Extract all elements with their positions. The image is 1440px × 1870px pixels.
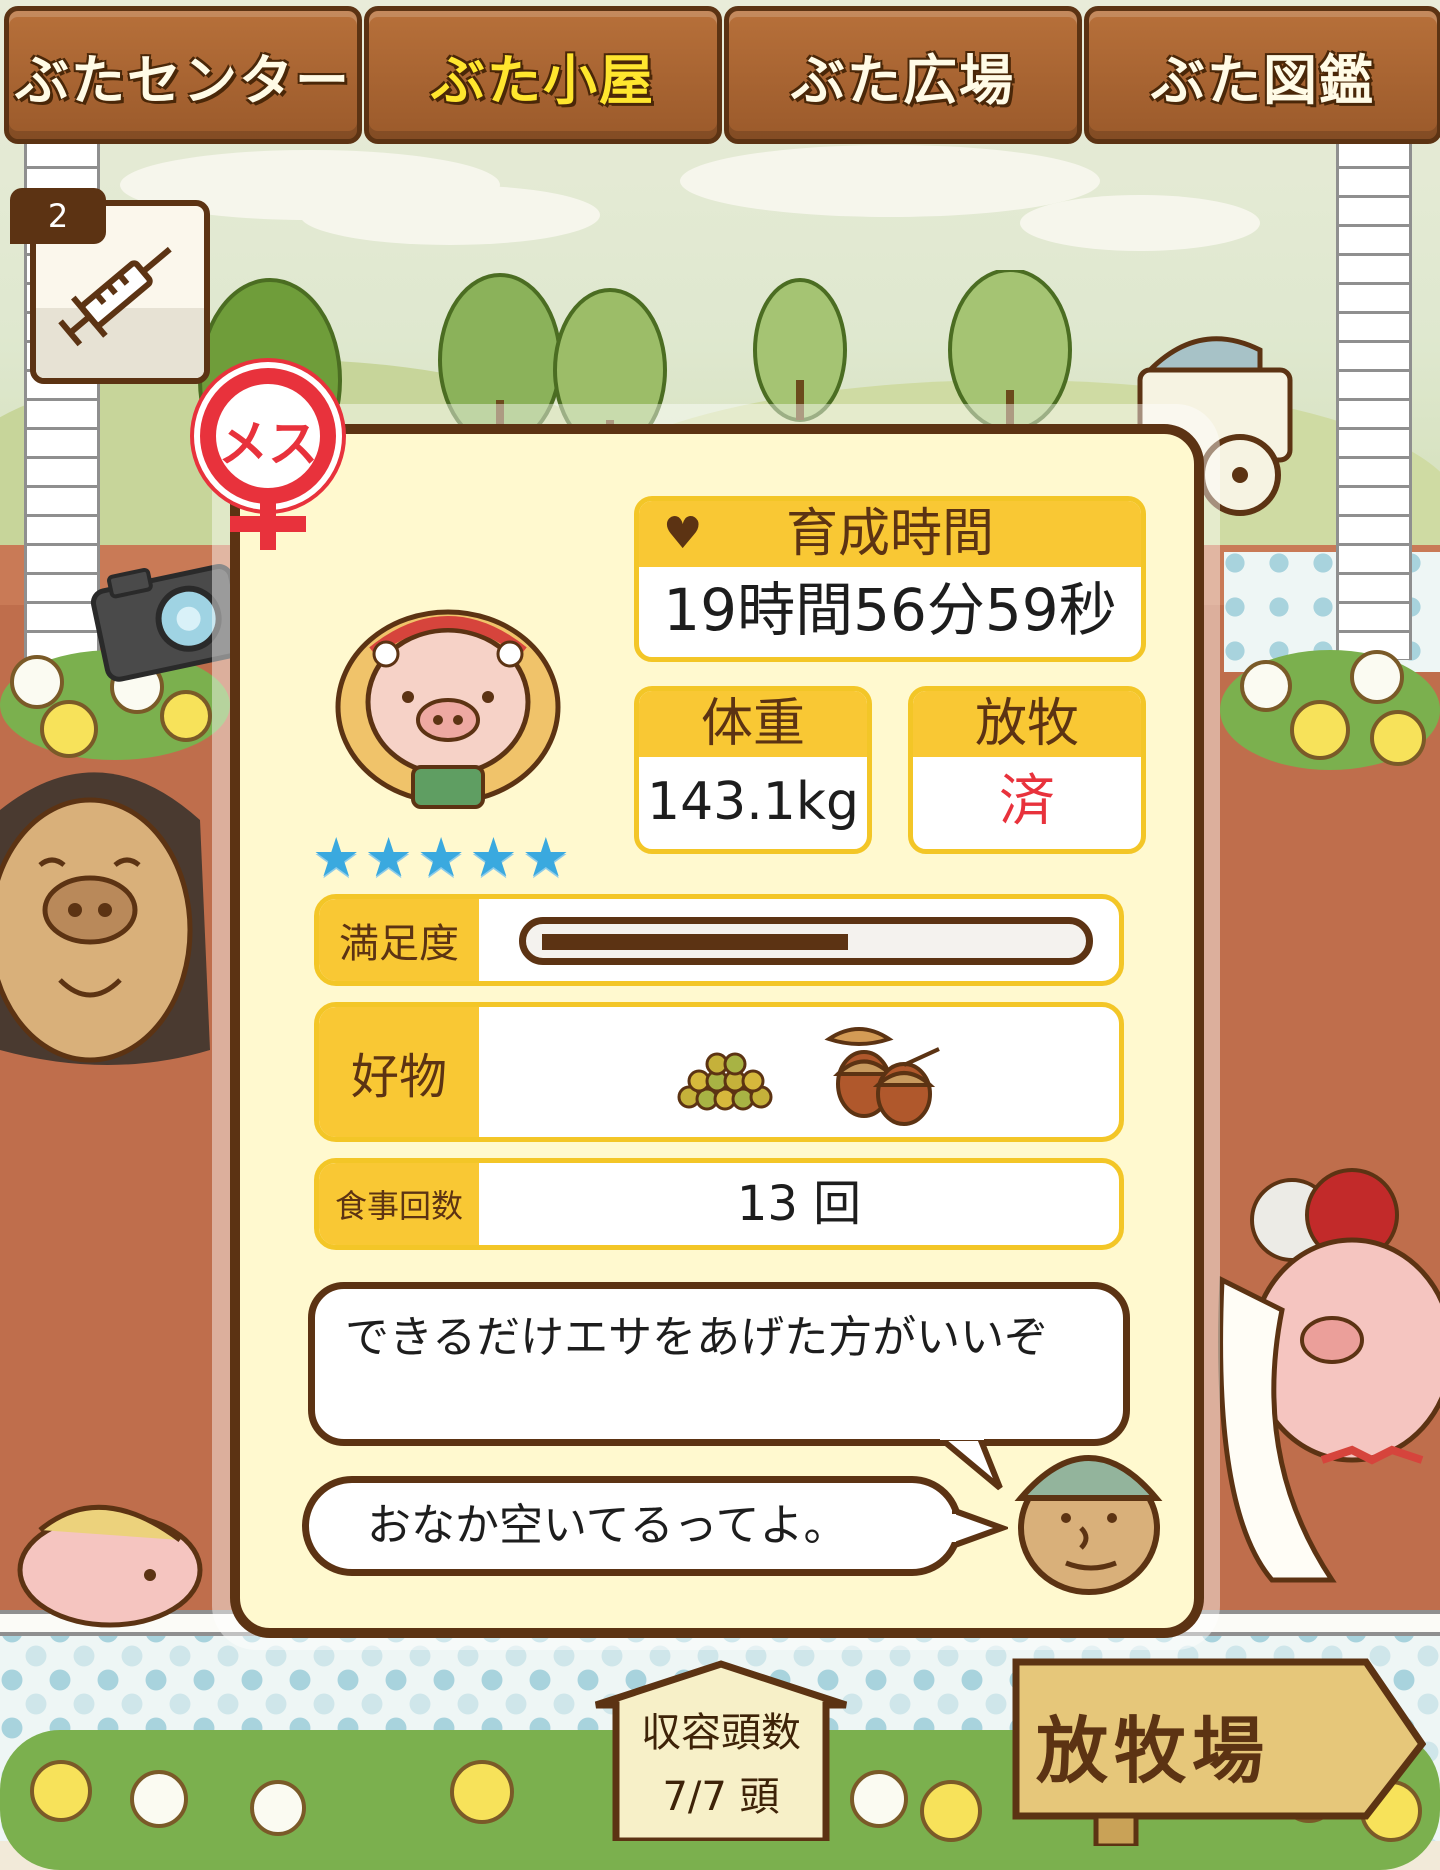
weight-value: 143.1kg [647, 772, 859, 832]
heart-icon: ♥ [663, 508, 703, 559]
favorites-row: 好物 [314, 1002, 1124, 1142]
grazing-card: 放牧 済 [908, 686, 1146, 854]
capacity-value: 7/7 頭 [662, 1774, 780, 1820]
flower [1240, 660, 1292, 712]
tab-buta-koya[interactable]: ぶた小屋 [364, 6, 722, 144]
favorites-label: 好物 [319, 1007, 479, 1137]
tab-label: ぶた図鑑 [1151, 48, 1375, 112]
flower [160, 690, 212, 742]
growth-time-header: ♥ 育成時間 [639, 501, 1141, 567]
status-bubble: おなか空いてるってよ。 [302, 1476, 962, 1576]
growth-time-label: 育成時間 [785, 504, 994, 564]
pig-portrait [335, 609, 561, 809]
flower [920, 1780, 982, 1842]
grain-pile-icon [677, 1052, 773, 1111]
weight-card: 体重 143.1kg [634, 686, 872, 854]
tab-buta-zukan[interactable]: ぶた図鑑 [1084, 6, 1440, 144]
pasture-sign-button[interactable]: 放牧場 [1006, 1646, 1427, 1850]
pig-character-right[interactable] [1212, 1160, 1440, 1620]
rarity-stars: ★★★★★ [312, 826, 575, 889]
flower [250, 1780, 306, 1836]
pig-character-left[interactable] [0, 750, 220, 1090]
capacity-label: 収容頭数 [641, 1710, 801, 1756]
flower [130, 1770, 188, 1828]
cloud [680, 145, 1100, 217]
brick-pillar [1336, 140, 1412, 660]
status-text: おなか空いてるってよ。 [367, 1500, 848, 1551]
pasture-sign-label: 放牧場 [1036, 1709, 1271, 1793]
weight-label: 体重 [639, 691, 867, 757]
satisfaction-bar-fill [542, 934, 848, 950]
top-tab-bar: ぶたセンター ぶた小屋 ぶた広場 ぶた図鑑 [0, 0, 1440, 144]
flower [1370, 710, 1426, 766]
tab-buta-center[interactable]: ぶたセンター [4, 6, 362, 144]
advice-text: できるだけエサをあげた方がいいぞ [345, 1312, 1049, 1363]
meal-count-label: 食事回数 [319, 1163, 479, 1245]
pig-character-small[interactable] [0, 1480, 210, 1630]
gender-badge: メス [186, 356, 350, 556]
bubble-tail [952, 1506, 1008, 1550]
tab-label: ぶた小屋 [431, 48, 655, 112]
meal-count-value: 13 回 [736, 1176, 862, 1232]
tab-buta-hiroba[interactable]: ぶた広場 [724, 6, 1082, 144]
flower [1290, 700, 1350, 760]
bubble-tail [940, 1438, 1003, 1491]
satisfaction-label: 満足度 [319, 899, 479, 981]
acorn-icon [824, 1027, 940, 1126]
growth-time-card: ♥ 育成時間 19時間56分59秒 [634, 496, 1146, 662]
grazing-label: 放牧 [913, 691, 1141, 757]
flower [1350, 650, 1404, 704]
tab-label: ぶた広場 [791, 48, 1015, 112]
cloud [300, 185, 600, 245]
grazing-value: 済 [999, 769, 1055, 834]
farmer-face-icon [1014, 1455, 1163, 1595]
tab-label: ぶたセンター [15, 48, 351, 112]
flower [450, 1760, 514, 1824]
flower [850, 1770, 908, 1828]
flower [10, 655, 64, 709]
advice-bubble: できるだけエサをあげた方がいいぞ [308, 1282, 1130, 1446]
meal-count-row: 食事回数 13 回 [314, 1158, 1124, 1250]
gender-label: メス [218, 415, 318, 473]
cloud [1020, 195, 1260, 251]
item-count-badge: 2 [10, 188, 106, 244]
growth-time-value: 19時間56分59秒 [663, 576, 1117, 644]
satisfaction-row: 満足度 [314, 894, 1124, 986]
syringe-icon [58, 246, 172, 347]
satisfaction-bar [519, 917, 1093, 965]
flower [30, 1760, 92, 1822]
